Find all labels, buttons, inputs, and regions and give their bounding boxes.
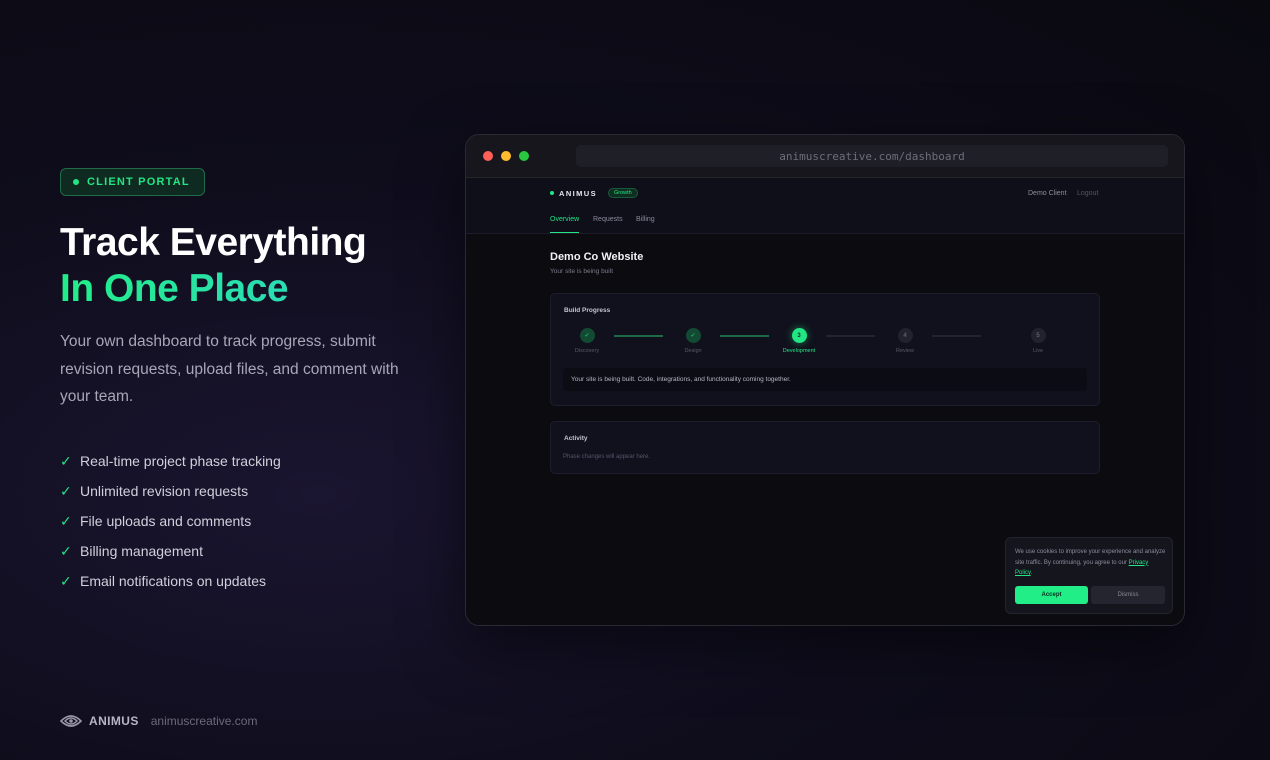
tab-overview[interactable]: Overview	[550, 216, 580, 233]
logout-link[interactable]: Logout	[1077, 190, 1098, 197]
feature-item: ✓ Billing management	[60, 536, 281, 566]
badge-label: CLIENT PORTAL	[87, 176, 190, 188]
step-development: 3 Development	[764, 328, 834, 354]
feature-item: ✓ File uploads and comments	[60, 506, 281, 536]
check-icon: ✓	[60, 482, 72, 499]
check-icon: ✓	[60, 512, 72, 529]
step-review: 4 Review	[870, 328, 940, 354]
step-live: 5 Live	[1003, 328, 1073, 354]
browser-toolbar: animuscreative.com/dashboard	[466, 135, 1184, 178]
dismiss-button[interactable]: Dismiss	[1091, 586, 1165, 604]
check-icon: ✓	[60, 542, 72, 559]
feature-label: Billing management	[80, 543, 203, 559]
step-number: 3	[791, 328, 807, 343]
feature-item: ✓ Unlimited revision requests	[60, 476, 281, 506]
app-content: Demo Co Website Your site is being built…	[466, 234, 1184, 625]
plan-badge: Growth	[607, 188, 638, 198]
browser-window: animuscreative.com/dashboard ANIMUS Grow…	[465, 134, 1185, 626]
step-label: Discovery	[574, 348, 600, 354]
badge-dot-icon	[73, 179, 79, 185]
feature-label: Unlimited revision requests	[80, 483, 249, 499]
project-subtitle: Your site is being built	[550, 268, 613, 275]
feature-item: ✓ Real-time project phase tracking	[60, 446, 281, 476]
app-logo-text: ANIMUS	[559, 188, 597, 198]
client-portal-badge: CLIENT PORTAL	[60, 168, 205, 196]
logo-dot-icon	[550, 191, 554, 195]
cookie-text: We use cookies to improve your experienc…	[1015, 547, 1167, 579]
cookie-message-end: .	[1030, 570, 1033, 576]
step-label: Review	[895, 348, 915, 354]
activity-title: Activity	[564, 435, 588, 442]
feature-label: Real-time project phase tracking	[80, 453, 281, 469]
minimize-window-icon[interactable]	[501, 151, 511, 161]
headline-line-1: Track Everything	[60, 221, 367, 264]
step-label: Development	[782, 348, 816, 354]
feature-label: Email notifications on updates	[80, 573, 266, 589]
maximize-window-icon[interactable]	[519, 151, 529, 161]
footer: ANIMUS animuscreative.com	[60, 710, 257, 732]
step-label: Live	[1032, 348, 1044, 354]
check-icon: ✓	[60, 572, 72, 589]
step-label: Design	[684, 348, 702, 354]
project-title: Demo Co Website	[550, 251, 644, 263]
footer-url[interactable]: animuscreative.com	[151, 714, 258, 728]
step-discovery: ✓ Discovery	[552, 328, 622, 354]
activity-empty-text: Phase changes will appear here.	[563, 454, 651, 460]
footer-brand: ANIMUS	[89, 714, 139, 728]
animus-logo-icon	[60, 715, 82, 727]
app-header: ANIMUS Growth Demo Client Logout Overvie…	[466, 178, 1184, 234]
description: Your own dashboard to track progress, su…	[60, 333, 399, 405]
build-progress-title: Build Progress	[564, 307, 611, 314]
build-progress-card: Build Progress ✓ Discovery ✓ Design 3 De…	[550, 293, 1100, 406]
cookie-banner: We use cookies to improve your experienc…	[1005, 537, 1173, 614]
close-window-icon[interactable]	[483, 151, 493, 161]
headline-line-2: In One Place	[60, 266, 366, 312]
accept-button[interactable]: Accept	[1015, 586, 1088, 604]
check-icon: ✓	[685, 328, 701, 343]
client-name: Demo Client	[1028, 190, 1067, 197]
activity-card: Activity Phase changes will appear here.	[550, 421, 1100, 474]
step-number: 4	[897, 328, 913, 343]
feature-label: File uploads and comments	[80, 513, 252, 529]
check-icon: ✓	[579, 328, 595, 343]
tab-requests[interactable]: Requests	[593, 216, 623, 233]
step-number: 5	[1030, 328, 1046, 343]
feature-item: ✓ Email notifications on updates	[60, 566, 281, 596]
step-design: ✓ Design	[658, 328, 728, 354]
address-bar[interactable]: animuscreative.com/dashboard	[576, 145, 1168, 167]
app-logo[interactable]: ANIMUS Growth	[550, 188, 638, 198]
tab-billing[interactable]: Billing	[636, 216, 655, 233]
check-icon: ✓	[60, 452, 72, 469]
feature-list: ✓ Real-time project phase tracking ✓ Unlim…	[60, 446, 281, 596]
headline: Track Everything In One Place	[60, 220, 367, 312]
progress-message: Your site is being built. Code, integrat…	[563, 368, 1087, 391]
